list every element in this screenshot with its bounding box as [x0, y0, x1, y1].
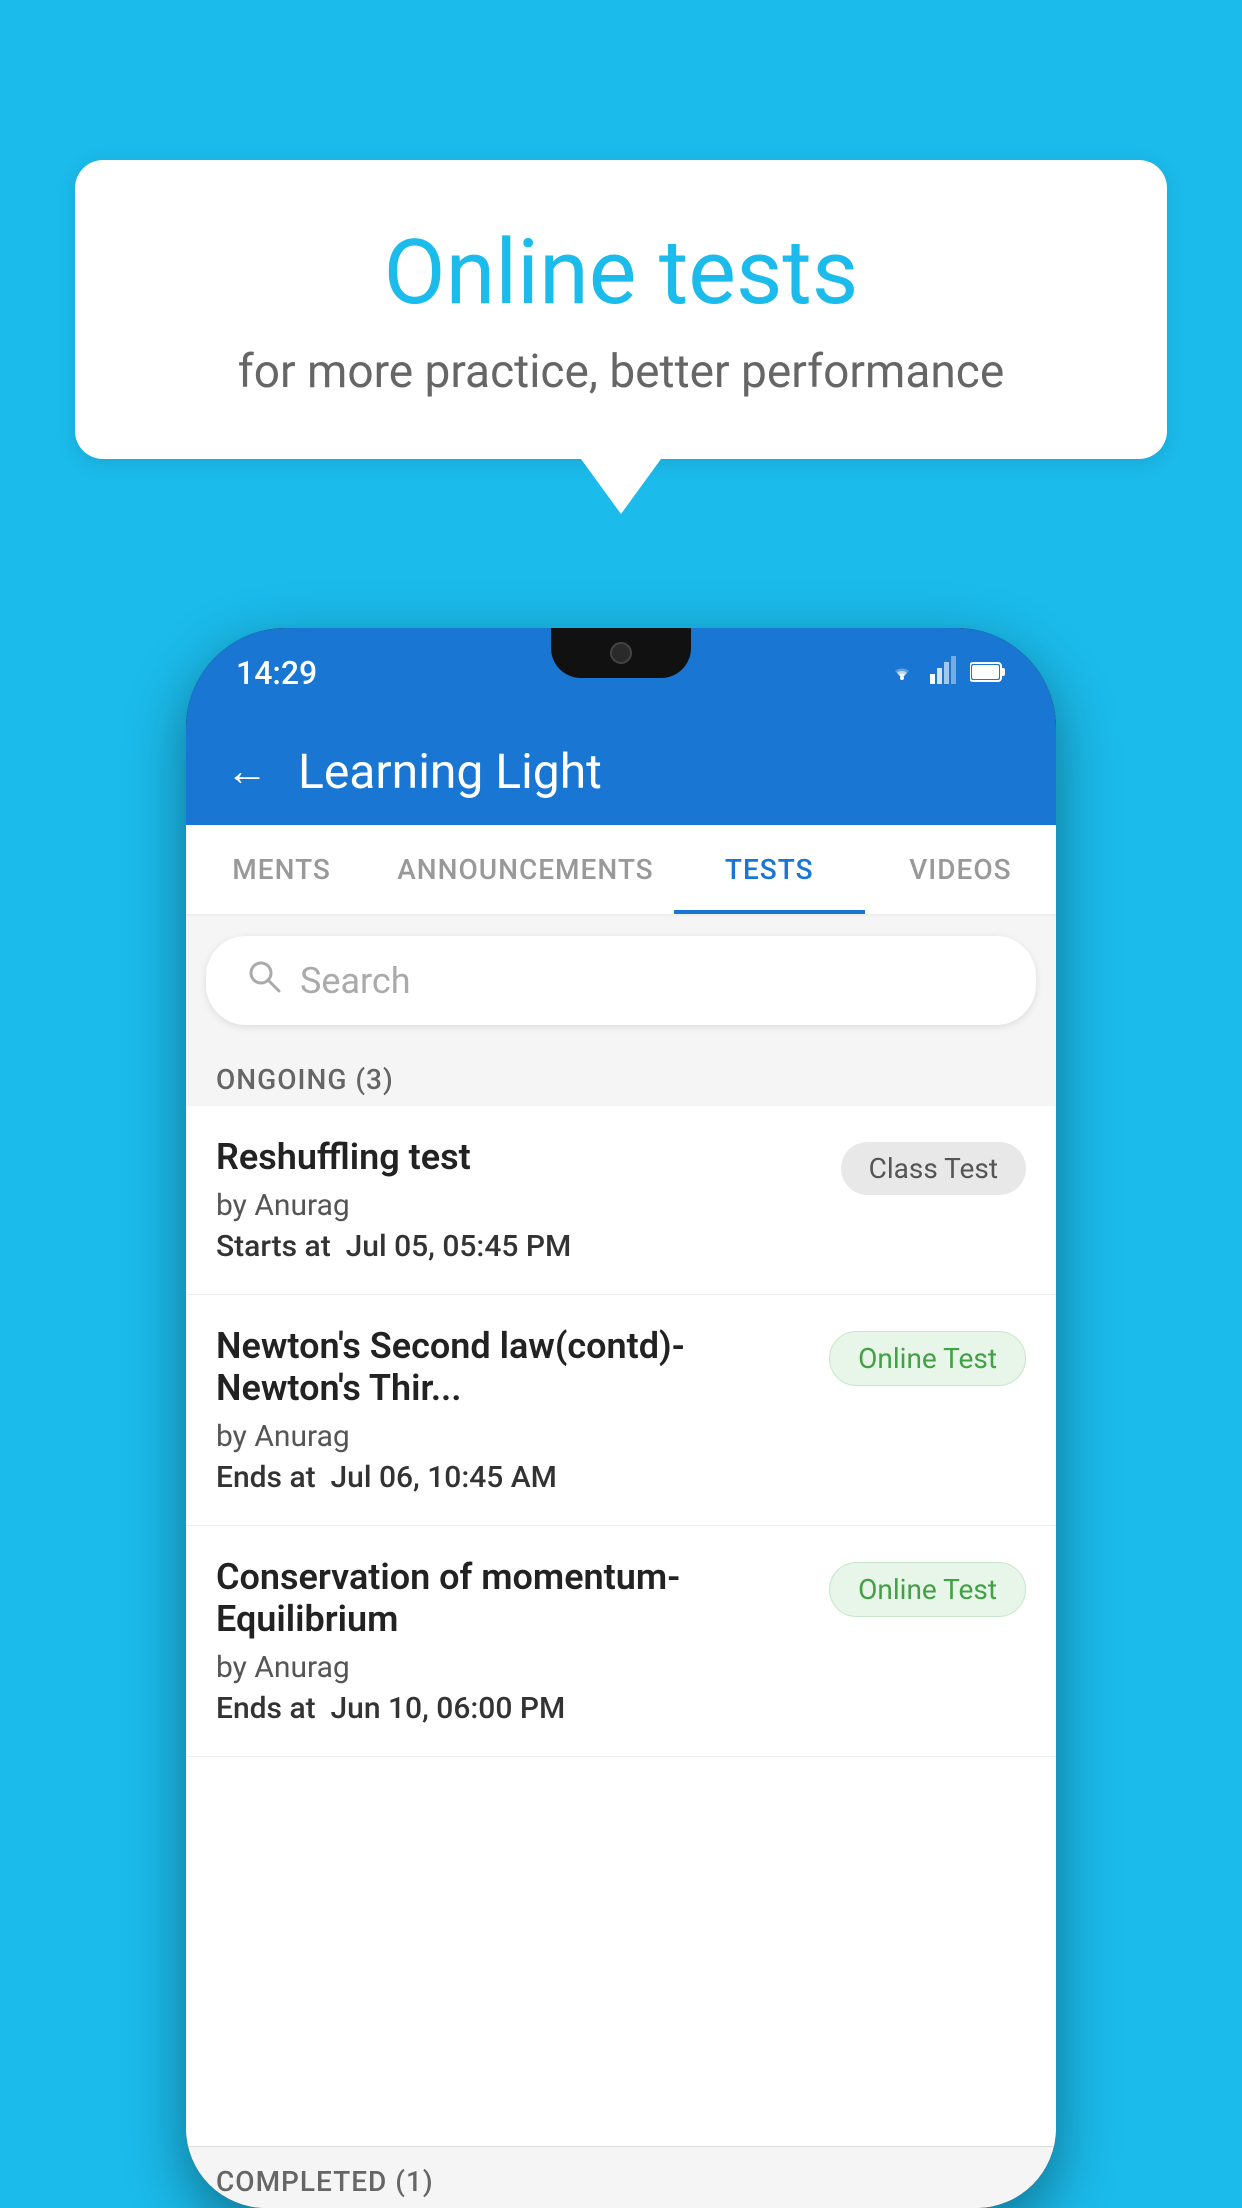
- signal-icon: [930, 656, 958, 691]
- test-info: Conservation of momentum-Equilibrium by …: [216, 1556, 829, 1726]
- list-item[interactable]: Newton's Second law(contd)-Newton's Thir…: [186, 1295, 1056, 1526]
- test-list: Reshuffling test by Anurag Starts at Jul…: [186, 1106, 1056, 2146]
- tab-tests[interactable]: TESTS: [674, 825, 865, 914]
- test-author: by Anurag: [216, 1419, 809, 1454]
- test-author: by Anurag: [216, 1188, 821, 1223]
- app-title: Learning Light: [298, 743, 602, 800]
- wifi-icon: [886, 656, 918, 691]
- battery-icon: [970, 657, 1006, 690]
- completed-section-header: COMPLETED (1): [186, 2146, 1056, 2208]
- bubble-arrow: [581, 459, 661, 514]
- ongoing-section-header: ONGOING (3): [186, 1045, 1056, 1106]
- tab-videos[interactable]: VIDEOS: [865, 825, 1056, 914]
- tab-assignments[interactable]: MENTS: [186, 825, 377, 914]
- status-time: 14:29: [236, 654, 317, 692]
- test-name: Newton's Second law(contd)-Newton's Thir…: [216, 1325, 809, 1409]
- status-badge: Class Test: [841, 1142, 1026, 1195]
- app-header: ← Learning Light: [186, 718, 1056, 825]
- bubble-subtitle: for more practice, better performance: [155, 345, 1087, 399]
- status-icons: [886, 656, 1006, 691]
- list-item[interactable]: Conservation of momentum-Equilibrium by …: [186, 1526, 1056, 1757]
- status-badge: Online Test: [829, 1331, 1026, 1386]
- phone-frame: 14:29: [186, 628, 1056, 2208]
- status-bar: 14:29: [186, 628, 1056, 718]
- notch: [551, 628, 691, 678]
- search-bar[interactable]: Search: [206, 936, 1036, 1025]
- test-name: Reshuffling test: [216, 1136, 821, 1178]
- test-author: by Anurag: [216, 1650, 809, 1685]
- test-time: Ends at Jun 10, 06:00 PM: [216, 1691, 809, 1726]
- content-area: Search ONGOING (3) Reshuffling test by A…: [186, 916, 1056, 2208]
- test-time: Ends at Jul 06, 10:45 AM: [216, 1460, 809, 1495]
- test-info: Reshuffling test by Anurag Starts at Jul…: [216, 1136, 841, 1264]
- bubble-title: Online tests: [155, 220, 1087, 325]
- status-badge: Online Test: [829, 1562, 1026, 1617]
- search-placeholder: Search: [300, 960, 411, 1002]
- back-button[interactable]: ←: [226, 747, 268, 796]
- tab-announcements[interactable]: ANNOUNCEMENTS: [377, 825, 673, 914]
- camera: [610, 642, 632, 664]
- list-item[interactable]: Reshuffling test by Anurag Starts at Jul…: [186, 1106, 1056, 1295]
- test-time: Starts at Jul 05, 05:45 PM: [216, 1229, 821, 1264]
- speech-bubble-container: Online tests for more practice, better p…: [75, 160, 1167, 514]
- search-icon: [246, 958, 282, 1003]
- test-info: Newton's Second law(contd)-Newton's Thir…: [216, 1325, 829, 1495]
- tabs-bar: MENTS ANNOUNCEMENTS TESTS VIDEOS: [186, 825, 1056, 916]
- speech-bubble: Online tests for more practice, better p…: [75, 160, 1167, 459]
- test-name: Conservation of momentum-Equilibrium: [216, 1556, 809, 1640]
